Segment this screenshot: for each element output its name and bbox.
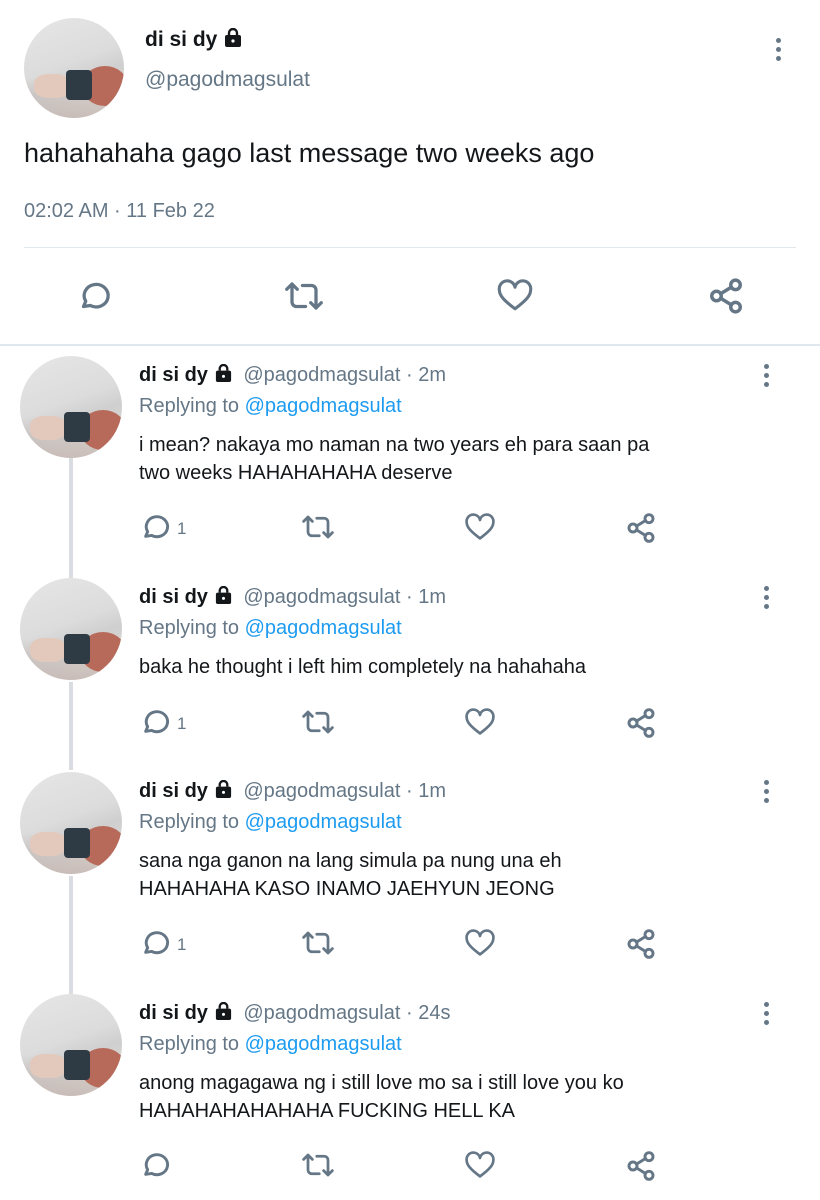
avatar[interactable]: [20, 772, 122, 874]
share-icon[interactable]: [625, 1150, 657, 1182]
more-options-icon[interactable]: [762, 364, 770, 387]
retweet-icon[interactable]: [283, 278, 325, 314]
tweet-text-line: HAHAHAHAHAHAHA FUCKING HELL KA: [139, 1100, 516, 1122]
lock-icon: [223, 27, 243, 54]
share-icon[interactable]: [707, 277, 745, 315]
handle[interactable]: @pagodmagsulat: [145, 68, 310, 92]
avatar-phone: [66, 70, 92, 100]
avatar-hand: [30, 638, 66, 662]
replying-to: Replying to @pagodmagsulat: [139, 811, 402, 834]
tweet-header: di si dy @pagodmagsulat · 1m: [139, 585, 446, 610]
avatar-phone: [64, 412, 90, 442]
retweet-icon[interactable]: [300, 1150, 336, 1180]
tweet-text-line: baka he thought i left him completely na…: [139, 656, 586, 678]
reply-icon[interactable]: [139, 927, 171, 959]
replying-label: Replying to: [139, 395, 240, 417]
avatar-phone: [64, 828, 90, 858]
avatar-hand: [34, 74, 70, 98]
like-icon[interactable]: [464, 513, 496, 542]
display-name-text: di si dy: [145, 28, 218, 51]
avatar[interactable]: [20, 578, 122, 680]
tweet-text-line: sana nga ganon na lang simula pa nung un…: [139, 850, 562, 872]
reply-tweet[interactable]: di si dy @pagodmagsulat · 2m Replying to…: [0, 356, 820, 566]
replying-label: Replying to: [139, 617, 240, 639]
handle-time[interactable]: @pagodmagsulat · 2m: [243, 364, 446, 386]
lock-icon: [214, 585, 233, 610]
tweet-header: di si dy @pagodmagsulat · 2m: [139, 363, 446, 388]
avatar[interactable]: [20, 356, 122, 458]
avatar-hand: [30, 416, 66, 440]
avatar-hand: [30, 832, 66, 856]
more-options-icon[interactable]: [762, 586, 770, 609]
reply-count: 1: [177, 714, 187, 733]
retweet-icon[interactable]: [300, 512, 336, 542]
section-divider: [0, 344, 820, 346]
more-options-icon[interactable]: [774, 38, 782, 61]
reply-icon[interactable]: [139, 706, 171, 738]
divider: [24, 247, 796, 248]
tweet-text: hahahahaha gago last message two weeks a…: [24, 138, 595, 168]
display-name[interactable]: di si dy: [139, 586, 208, 608]
tweet-text-line: HAHAHAHA KASO INAMO JAEHYUN JEONG: [139, 878, 555, 900]
handle-time[interactable]: @pagodmagsulat · 1m: [243, 586, 446, 608]
handle-time[interactable]: @pagodmagsulat · 1m: [243, 780, 446, 802]
replying-handle-link[interactable]: @pagodmagsulat: [245, 617, 402, 639]
reply-count: 1: [177, 935, 187, 954]
replying-label: Replying to: [139, 1033, 240, 1055]
share-icon[interactable]: [625, 928, 657, 960]
tweet-header: di si dy @pagodmagsulat · 1m: [139, 779, 446, 804]
avatar-phone: [64, 1050, 90, 1080]
tweet-text-line: anong magagawa ng i still love mo sa i s…: [139, 1072, 624, 1094]
tweet-text-line: two weeks HAHAHAHAHA deserve: [139, 462, 453, 484]
like-icon[interactable]: [496, 279, 534, 313]
replying-handle-link[interactable]: @pagodmagsulat: [245, 1033, 402, 1055]
reply-count: 1: [177, 519, 187, 538]
replying-to: Replying to @pagodmagsulat: [139, 1033, 402, 1056]
reply-icon[interactable]: [139, 511, 171, 543]
display-name[interactable]: di si dy: [145, 27, 243, 54]
avatar-hand: [30, 1054, 66, 1078]
replying-label: Replying to: [139, 811, 240, 833]
avatar[interactable]: [24, 18, 124, 118]
tweet-timestamp[interactable]: 02:02 AM · 11 Feb 22: [24, 200, 215, 223]
lock-icon: [214, 363, 233, 388]
retweet-icon[interactable]: [300, 928, 336, 958]
display-name[interactable]: di si dy: [139, 780, 208, 802]
like-icon[interactable]: [464, 929, 496, 958]
display-name[interactable]: di si dy: [139, 1002, 208, 1024]
more-options-icon[interactable]: [762, 780, 770, 803]
share-icon[interactable]: [625, 512, 657, 544]
lock-icon: [214, 1001, 233, 1026]
avatar-phone: [64, 634, 90, 664]
replying-handle-link[interactable]: @pagodmagsulat: [245, 811, 402, 833]
replying-to: Replying to @pagodmagsulat: [139, 395, 402, 418]
reply-tweet[interactable]: di si dy @pagodmagsulat · 24s Replying t…: [0, 994, 820, 1200]
tweet-header: di si dy @pagodmagsulat · 24s: [139, 1001, 450, 1026]
reply-icon[interactable]: [76, 278, 112, 314]
reply-tweet[interactable]: di si dy @pagodmagsulat · 1m Replying to…: [0, 772, 820, 982]
like-icon[interactable]: [464, 1151, 496, 1180]
like-icon[interactable]: [464, 708, 496, 737]
display-name[interactable]: di si dy: [139, 364, 208, 386]
lock-icon: [214, 779, 233, 804]
tweet-text-line: i mean? nakaya mo naman na two years eh …: [139, 434, 650, 456]
replying-handle-link[interactable]: @pagodmagsulat: [245, 395, 402, 417]
retweet-icon[interactable]: [300, 707, 336, 737]
share-icon[interactable]: [625, 707, 657, 739]
reply-icon[interactable]: [139, 1149, 171, 1181]
reply-tweet[interactable]: di si dy @pagodmagsulat · 1m Replying to…: [0, 578, 820, 758]
replying-to: Replying to @pagodmagsulat: [139, 617, 402, 640]
more-options-icon[interactable]: [762, 1002, 770, 1025]
avatar[interactable]: [20, 994, 122, 1096]
handle-time[interactable]: @pagodmagsulat · 24s: [243, 1002, 450, 1024]
